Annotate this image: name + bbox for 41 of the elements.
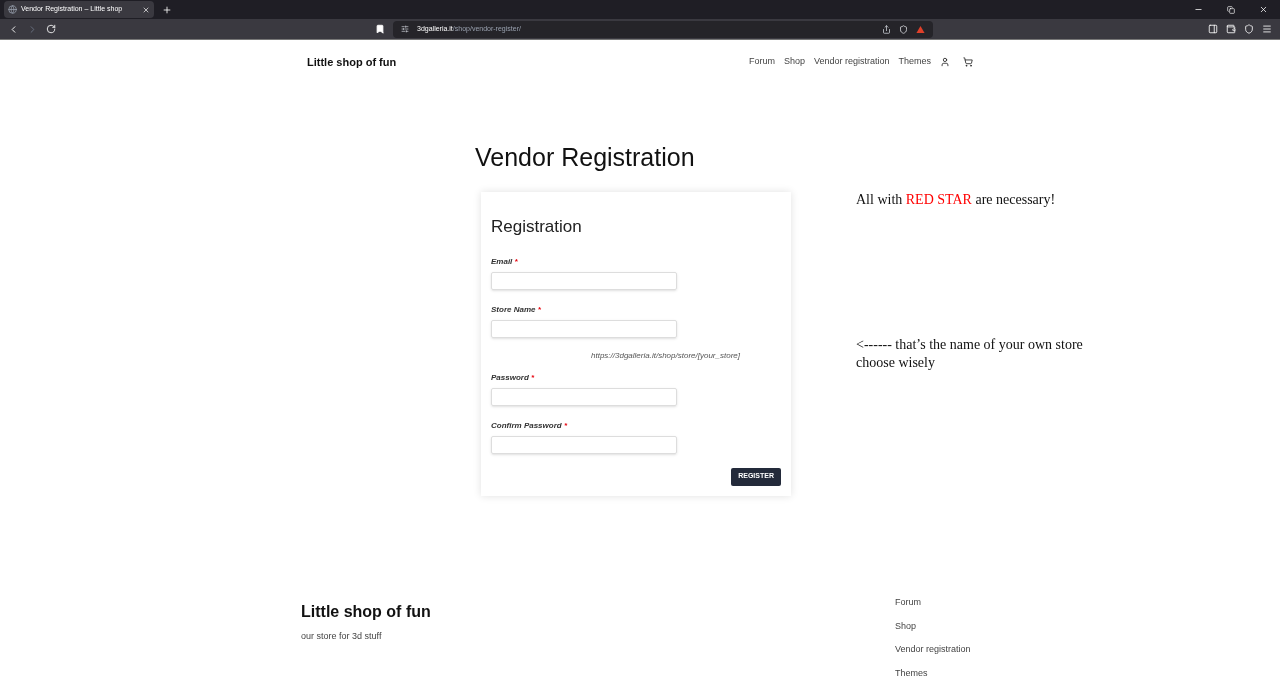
nav-link[interactable]: Themes	[898, 55, 931, 69]
sidebar-icon[interactable]	[1208, 24, 1218, 34]
site-brand[interactable]: Little shop of fun	[307, 53, 397, 71]
field-label: Store Name *	[491, 303, 542, 316]
field-label: Password *	[491, 371, 536, 384]
site-settings-icon[interactable]	[401, 25, 409, 33]
footer-link[interactable]: Shop	[895, 619, 979, 633]
shield-icon[interactable]	[899, 24, 908, 34]
footer-link[interactable]: Vendor registration	[895, 643, 979, 657]
input-field[interactable]	[491, 387, 677, 406]
footer-link[interactable]: Forum	[895, 596, 979, 610]
footer-brand: Little shop of fun	[301, 602, 431, 622]
reload-icon[interactable]	[46, 24, 56, 34]
new-tab-icon[interactable]	[162, 4, 172, 15]
field-label: Email *	[491, 255, 519, 268]
cart-icon[interactable]	[963, 57, 973, 67]
input-field[interactable]	[491, 319, 677, 338]
store-name-note: <------ that’s the name of your own store	[856, 336, 1084, 354]
required-note: All with RED STAR are necessary!	[856, 191, 1057, 209]
store-name-note: choose wisely	[856, 354, 936, 372]
form-title: Registration	[491, 216, 583, 238]
nav-link[interactable]: Shop	[783, 55, 805, 69]
close-icon[interactable]	[1259, 5, 1268, 14]
page-title: Vendor Registration	[475, 142, 696, 172]
bookmark-icon[interactable]	[375, 24, 385, 34]
nav-link[interactable]: Vendor registration	[813, 55, 890, 69]
field-label: Confirm Password *	[491, 419, 569, 432]
share-icon[interactable]	[882, 24, 891, 34]
globe-icon	[8, 5, 17, 14]
triangle-icon[interactable]	[916, 24, 925, 34]
store-url-hint: https://3dgalleria.it/shop/store/[your_store]	[591, 349, 741, 362]
input-field[interactable]	[491, 271, 677, 290]
footer-link[interactable]: Themes	[895, 666, 979, 680]
user-icon[interactable]	[940, 57, 950, 67]
footer-tagline: our store for 3d stuff	[301, 630, 383, 643]
nav-link[interactable]: Forum	[748, 55, 775, 69]
wallet-icon[interactable]	[1226, 24, 1236, 34]
restore-icon[interactable]	[1227, 5, 1235, 14]
menu-icon[interactable]	[1262, 24, 1272, 34]
input-field[interactable]	[491, 435, 677, 454]
close-icon[interactable]	[142, 5, 150, 14]
